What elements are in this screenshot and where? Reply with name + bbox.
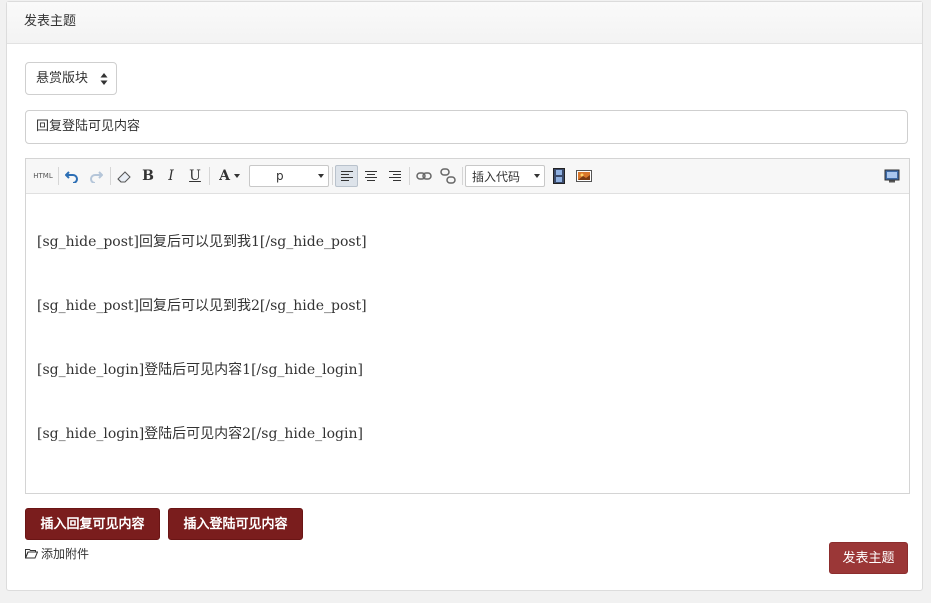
bold-button[interactable]: B <box>138 165 158 187</box>
add-attachment-label: 添加附件 <box>41 547 90 561</box>
rich-text-editor: HTML B I U A p 插入代码 [sg_hide_post]回复后可以见… <box>25 158 910 494</box>
chevron-down-icon <box>318 174 324 178</box>
title-input[interactable]: 回复登陆可见内容 <box>25 110 908 144</box>
video-icon[interactable] <box>549 165 569 187</box>
insert-code-select[interactable]: 插入代码 <box>465 165 545 187</box>
align-left-icon[interactable] <box>335 165 358 187</box>
eraser-icon[interactable] <box>114 165 134 187</box>
font-color-label: A <box>219 168 230 184</box>
html-source-button[interactable]: HTML <box>32 165 54 187</box>
redo-icon[interactable] <box>86 165 106 187</box>
link-icon[interactable] <box>413 165 435 187</box>
category-select-value: 悬赏版块 <box>36 71 89 86</box>
insert-code-select-value: 插入代码 <box>472 169 521 184</box>
category-select[interactable]: 悬赏版块 <box>25 62 117 95</box>
undo-icon[interactable] <box>62 165 82 187</box>
add-attachment-link[interactable]: 添加附件 <box>25 545 89 562</box>
toolbar-divider <box>332 167 333 185</box>
format-select[interactable]: p <box>249 165 329 187</box>
content-line: [sg_hide_post]回复后可以见到我1[/sg_hide_post] <box>37 234 367 250</box>
unlink-icon[interactable] <box>437 165 459 187</box>
underline-button[interactable]: U <box>185 165 205 187</box>
content-line: [sg_hide_login]登陆后可见内容1[/sg_hide_login] <box>37 362 363 378</box>
align-right-icon[interactable] <box>384 165 406 187</box>
toolbar-divider <box>58 167 59 185</box>
toolbar-divider <box>462 167 463 185</box>
submit-post-button[interactable]: 发表主题 <box>829 542 908 574</box>
fullscreen-icon[interactable] <box>881 165 903 187</box>
chevron-down-icon <box>233 174 240 178</box>
editor-toolbar: HTML B I U A p 插入代码 <box>26 159 909 194</box>
post-panel: 发表主题 悬赏版块 回复登陆可见内容 HTML B I U A p 插入代码 [… <box>6 1 923 591</box>
toolbar-divider <box>409 167 410 185</box>
chevron-down-icon <box>534 174 540 178</box>
image-icon[interactable] <box>573 165 595 187</box>
content-line: [sg_hide_login]登陆后可见内容2[/sg_hide_login] <box>37 426 363 442</box>
insert-login-visible-button[interactable]: 插入登陆可见内容 <box>168 508 303 540</box>
panel-title: 发表主题 <box>7 2 922 44</box>
sort-arrows-icon <box>100 73 108 85</box>
content-line: [sg_hide_post]回复后可以见到我2[/sg_hide_post] <box>37 298 367 314</box>
format-select-value: p <box>276 169 284 183</box>
insert-reply-visible-button[interactable]: 插入回复可见内容 <box>25 508 160 540</box>
folder-open-icon <box>25 549 38 559</box>
toolbar-divider <box>209 167 210 185</box>
toolbar-divider <box>110 167 111 185</box>
align-center-icon[interactable] <box>360 165 382 187</box>
font-color-button[interactable]: A <box>213 165 247 187</box>
italic-button[interactable]: I <box>161 165 181 187</box>
